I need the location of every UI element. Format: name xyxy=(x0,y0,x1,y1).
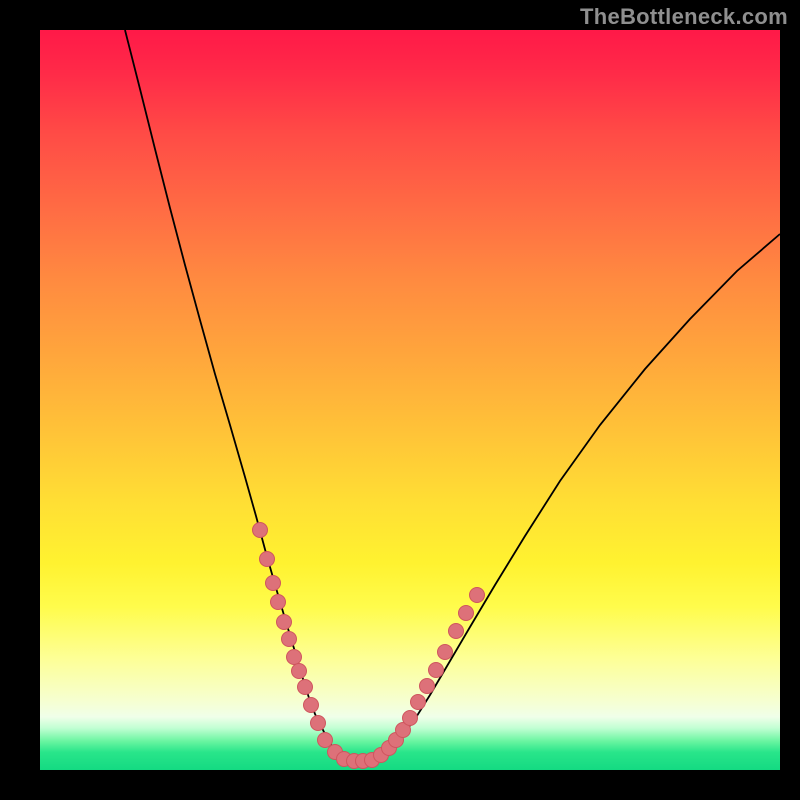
data-point-marker xyxy=(260,552,275,567)
data-point-marker xyxy=(298,680,313,695)
data-point-marker xyxy=(449,624,464,639)
data-point-marker xyxy=(271,595,286,610)
data-point-marker xyxy=(287,650,302,665)
data-point-marker xyxy=(403,711,418,726)
data-point-marker xyxy=(253,523,268,538)
data-point-marker xyxy=(277,615,292,630)
data-point-marker xyxy=(304,698,319,713)
data-point-marker xyxy=(470,588,485,603)
data-point-marker xyxy=(459,606,474,621)
data-point-marker xyxy=(318,733,333,748)
chart-frame: TheBottleneck.com xyxy=(0,0,800,800)
data-point-marker xyxy=(292,664,307,679)
data-point-marker xyxy=(311,716,326,731)
data-point-marker xyxy=(282,632,297,647)
chart-svg xyxy=(40,30,780,770)
plot-area xyxy=(40,30,780,770)
data-point-marker xyxy=(266,576,281,591)
data-point-marker xyxy=(420,679,435,694)
watermark-text: TheBottleneck.com xyxy=(580,4,788,30)
data-point-marker xyxy=(429,663,444,678)
data-point-group xyxy=(253,523,485,769)
data-point-marker xyxy=(438,645,453,660)
data-point-marker xyxy=(411,695,426,710)
